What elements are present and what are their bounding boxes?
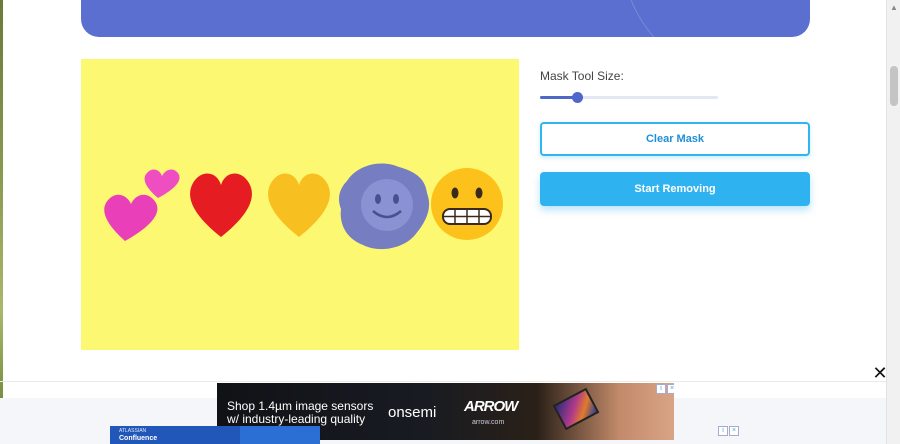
ad-url: arrow.com	[472, 419, 505, 426]
ad2-main-text: Confluence	[119, 435, 158, 442]
mask-tool-size-slider[interactable]	[540, 92, 718, 103]
ad2-small-text: ATLASSIAN	[119, 428, 147, 434]
ad-brand-onsemi: onsemi	[388, 404, 437, 421]
ad2-badges: i ×	[718, 426, 739, 436]
slider-thumb[interactable]	[572, 92, 584, 103]
ad2-close-icon[interactable]: ×	[729, 426, 739, 436]
ad-info-icon[interactable]: i	[656, 384, 666, 394]
secondary-advertisement[interactable]: ATLASSIAN Confluence	[110, 426, 320, 444]
mask-tool-size-label: Mask Tool Size:	[540, 69, 624, 83]
scrollbar-thumb[interactable]	[890, 66, 898, 106]
start-removing-button[interactable]: Start Removing	[540, 172, 810, 206]
ad-close-small-icon[interactable]: ×	[667, 384, 674, 394]
section-divider	[0, 381, 886, 382]
banner-decoration	[621, 0, 810, 37]
ad-headline-line2: w/ industry-leading quality	[227, 412, 366, 426]
header-banner	[81, 0, 810, 37]
clear-mask-button[interactable]: Clear Mask	[540, 122, 810, 156]
image-canvas[interactable]	[81, 59, 519, 350]
sensor-chip-image	[552, 387, 600, 431]
yellow-heart-emoji	[268, 173, 330, 237]
smiling-face-emoji	[339, 163, 430, 250]
ad-badges: i ×	[656, 384, 674, 394]
ad2-info-icon[interactable]: i	[718, 426, 728, 436]
grimacing-face-emoji	[431, 168, 503, 240]
scroll-up-arrow-icon[interactable]: ▲	[890, 3, 898, 12]
two-hearts-emoji	[104, 169, 180, 241]
ad-brand-arrow: ARROW	[464, 398, 518, 415]
ad-close-icon[interactable]: ✕	[871, 364, 889, 382]
emoji-image	[104, 163, 503, 250]
ad-headline-line1: Shop 1.4µm image sensors	[227, 399, 374, 413]
red-heart-emoji	[190, 173, 252, 237]
background-edge	[0, 0, 3, 444]
